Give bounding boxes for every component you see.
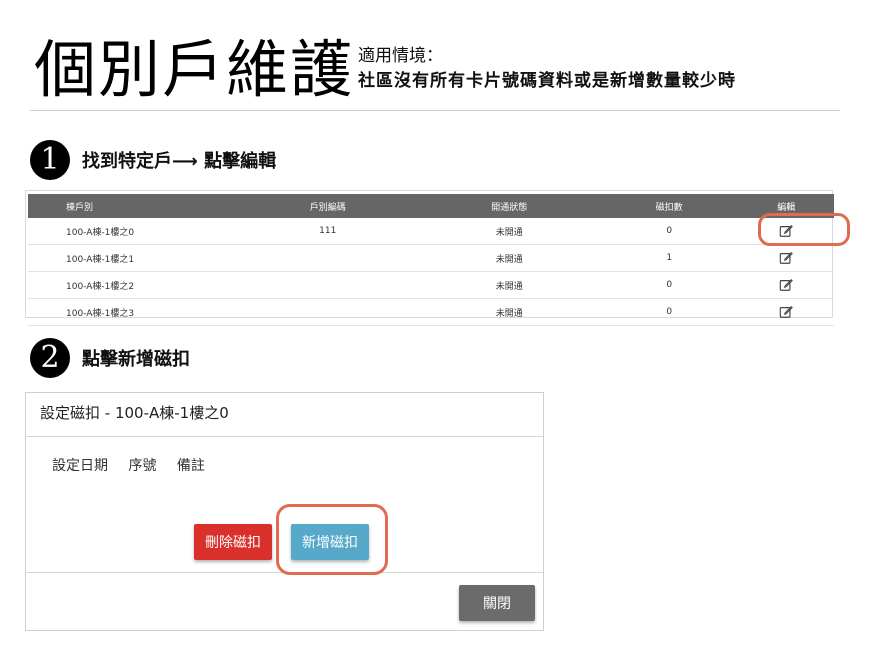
cell-status: 未開通 xyxy=(418,244,600,272)
cell-status: 未開通 xyxy=(418,271,600,299)
header-status: 開通狀態 xyxy=(491,202,528,213)
header-count: 磁扣數 xyxy=(655,202,683,213)
cell-edit xyxy=(738,298,834,326)
delete-keyfob-button[interactable]: 刪除磁扣 xyxy=(194,524,272,560)
table-row: 100-A棟-1樓之2 未開通 0 xyxy=(28,271,834,299)
modal-columns: 設定日期 序號 備註 xyxy=(52,455,221,475)
step-1: 1 找到特定戶⟶ 點擊編輯 xyxy=(30,140,276,180)
modal-footer: 關閉 xyxy=(26,573,543,630)
header-building: 棟戶別 xyxy=(66,202,94,213)
divider xyxy=(30,110,840,111)
step-1-text: 找到特定戶⟶ 點擊編輯 xyxy=(82,151,277,172)
edit-icon[interactable] xyxy=(779,278,794,292)
cell-status: 未開通 xyxy=(418,298,600,326)
edit-highlight xyxy=(758,213,850,246)
step-2-number: 2 xyxy=(30,338,70,378)
step-1-number: 1 xyxy=(30,140,70,180)
edit-icon[interactable] xyxy=(779,305,794,319)
cell-building: 100-A棟-1樓之0 xyxy=(28,218,237,245)
cell-building: 100-A棟-1樓之3 xyxy=(28,298,237,326)
cell-code xyxy=(237,298,419,326)
page-title: 個別戶維護 xyxy=(34,33,355,106)
cell-code xyxy=(237,271,419,299)
column-date: 設定日期 xyxy=(52,458,108,474)
cell-code xyxy=(237,244,419,272)
subtitle: 適用情境： 社區沒有所有卡片號碼資料或是新增數量較少時 xyxy=(358,44,736,94)
cell-edit xyxy=(738,271,834,299)
modal-title: 設定磁扣 - 100-A棟-1樓之0 xyxy=(26,393,543,437)
column-serial: 序號 xyxy=(128,458,157,474)
header-code: 戶別編碼 xyxy=(309,202,346,213)
close-button[interactable]: 關閉 xyxy=(459,585,535,621)
table-row: 100-A棟-1樓之3 未開通 0 xyxy=(28,298,834,326)
subtitle-line2: 社區沒有所有卡片號碼資料或是新增數量較少時 xyxy=(358,71,736,91)
subtitle-line1: 適用情境： xyxy=(358,46,443,66)
table-header-row: 棟戶別 戶別編碼 開通狀態 磁扣數 編輯 xyxy=(28,194,834,218)
table-row: 100-A棟-1樓之1 未開通 1 xyxy=(28,244,834,272)
cell-count: 0 xyxy=(599,218,739,245)
cell-edit xyxy=(738,244,834,272)
cell-building: 100-A棟-1樓之2 xyxy=(28,271,237,299)
cell-building: 100-A棟-1樓之1 xyxy=(28,244,237,272)
step-2: 2 點擊新增磁扣 xyxy=(30,338,190,378)
cell-status: 未開通 xyxy=(418,218,600,245)
table-row: 100-A棟-1樓之0 111 未開通 0 xyxy=(28,218,834,245)
add-highlight xyxy=(276,504,388,575)
column-note: 備註 xyxy=(176,458,205,474)
cell-count: 0 xyxy=(599,298,739,326)
step-2-text: 點擊新增磁扣 xyxy=(82,349,190,370)
cell-count: 0 xyxy=(599,271,739,299)
edit-icon[interactable] xyxy=(779,251,794,265)
cell-count: 1 xyxy=(599,244,739,272)
cell-code: 111 xyxy=(237,218,419,245)
household-table: 棟戶別 戶別編碼 開通狀態 磁扣數 編輯 100-A棟-1樓之0 111 未開通… xyxy=(25,190,834,326)
